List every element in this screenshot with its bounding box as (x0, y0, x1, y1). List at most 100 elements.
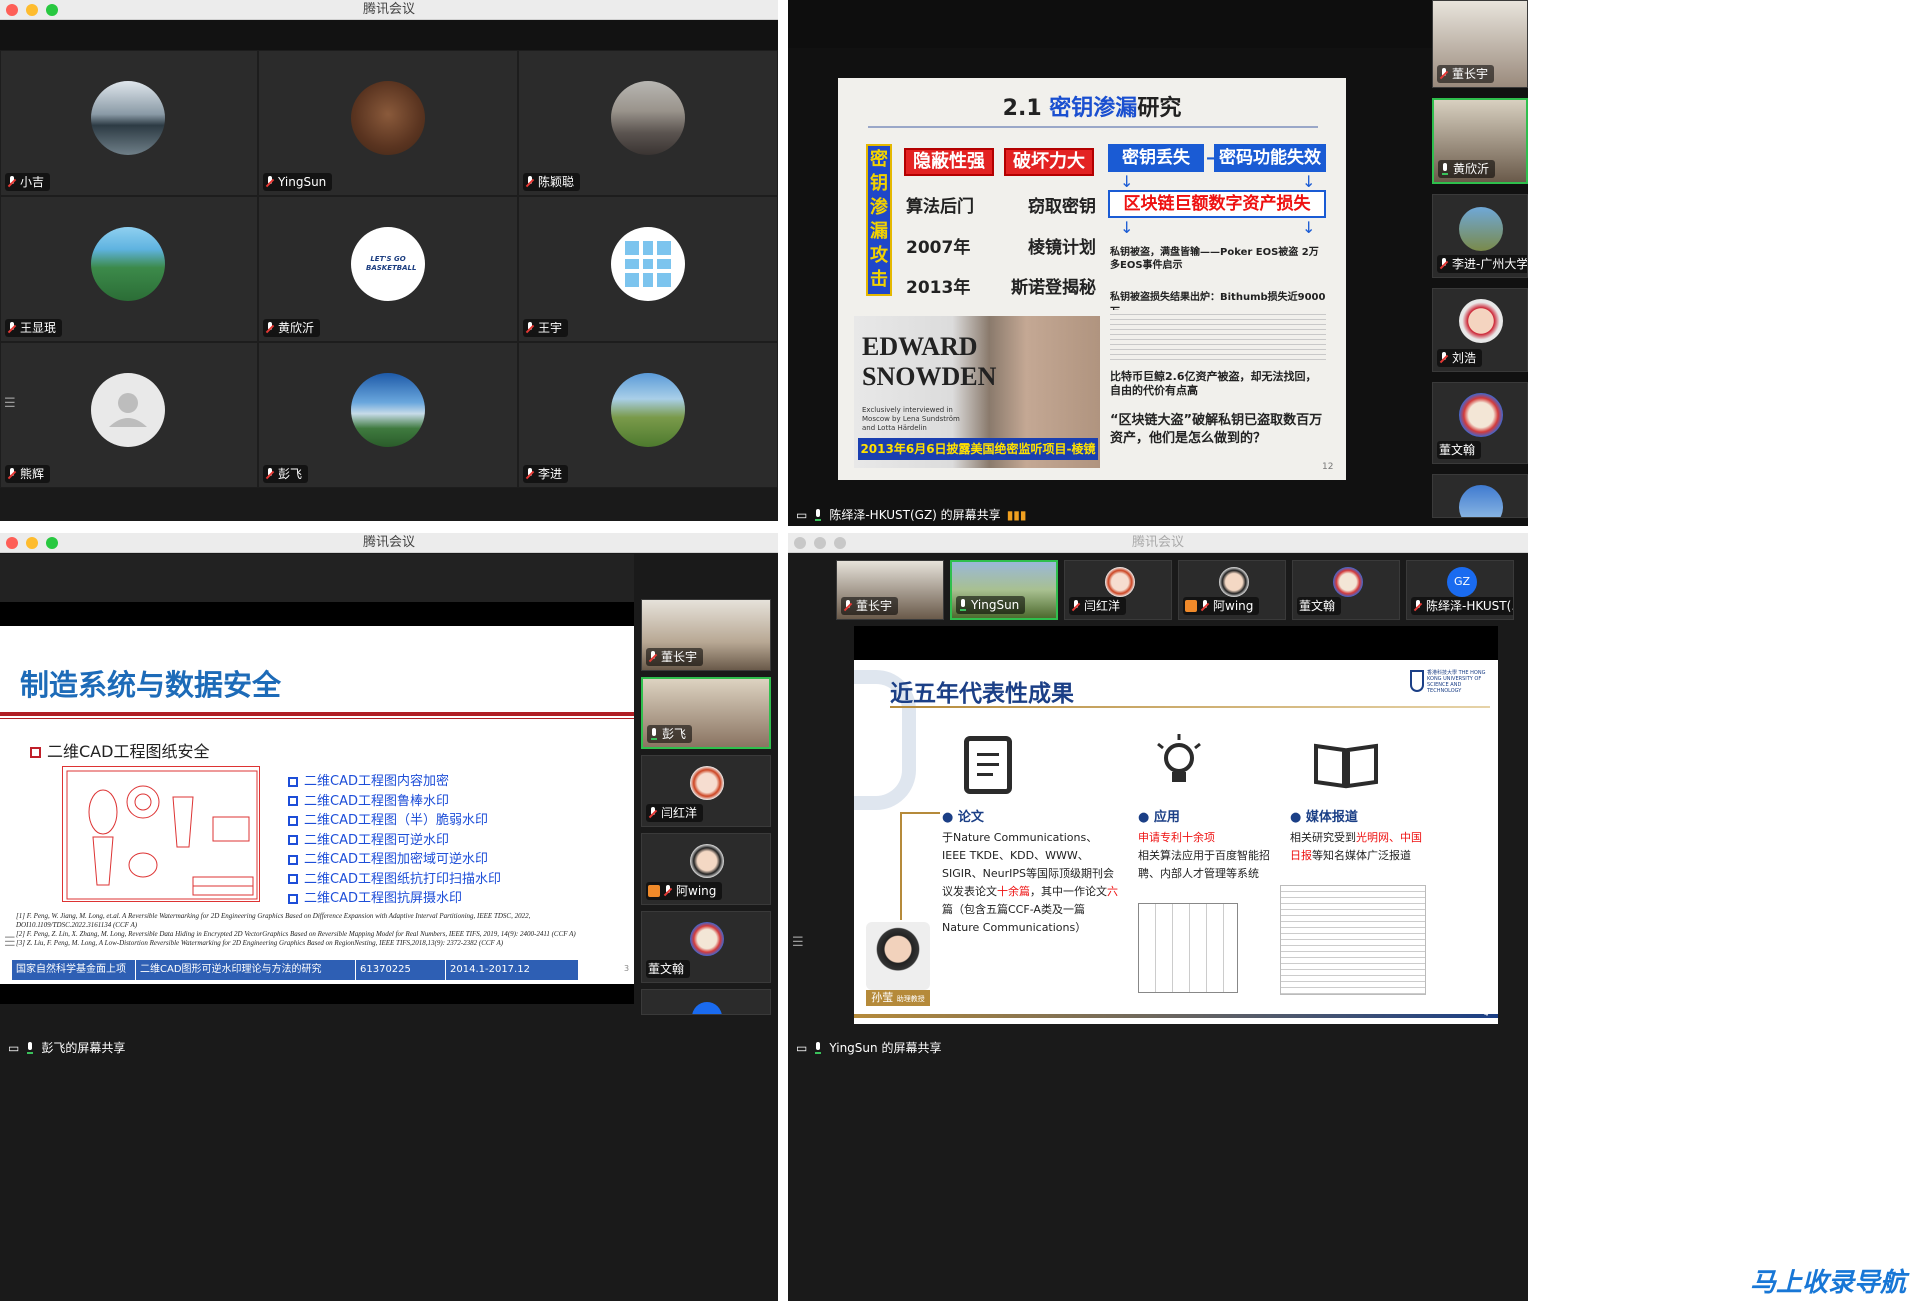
participant-tile[interactable]: 彭飞 (258, 342, 518, 488)
square-bullet-icon (288, 815, 298, 826)
attack-row: 算法后门 窃取密钥 (906, 197, 1096, 217)
list-item: 二维CAD工程图（半）脆弱水印 (288, 811, 501, 831)
sidebar-video[interactable]: 董长宇 (641, 599, 771, 671)
col-heading: ● 应用 (1138, 810, 1180, 825)
sidebar-video[interactable]: 阿wing (641, 833, 771, 905)
list-item: 二维CAD工程图纸抗打印扫描水印 (288, 870, 501, 890)
participant-tile[interactable]: YingSun (258, 50, 518, 196)
sidebar-video[interactable]: 董文翰 (1432, 382, 1528, 464)
participant-tile[interactable]: 小吉 (0, 50, 258, 196)
minimize-dot-icon[interactable] (814, 537, 826, 549)
strip-video[interactable]: 阿wing (1178, 560, 1286, 620)
mic-muted-icon (7, 467, 17, 481)
close-dot-icon[interactable] (6, 4, 18, 16)
col-body: 于Nature Communications、IEEE TKDE、KDD、WWW… (942, 831, 1118, 934)
list-toggle-icon[interactable]: ☰ (4, 935, 20, 951)
mic-muted-icon (843, 599, 853, 613)
slide-bottom-black (0, 984, 634, 1004)
arrow-down-icon: ↓ (1302, 218, 1316, 237)
participant-nametag: 阿wing (1183, 597, 1260, 615)
participant-tile[interactable]: 熊辉 (0, 342, 258, 488)
avatar (1459, 207, 1503, 251)
close-dot-icon[interactable] (794, 537, 806, 549)
sidebar-video[interactable]: 彭飞 (641, 677, 771, 749)
sidebar-video[interactable] (1432, 474, 1528, 518)
mic-muted-icon (1439, 67, 1449, 81)
sidebar-video[interactable]: 董长宇 (1432, 0, 1528, 88)
sidebar-video[interactable]: 黄欣沂 (1432, 98, 1528, 184)
col-body: 相关研究受到光明网、中国日报等知名媒体广泛报道 (1290, 831, 1422, 862)
close-dot-icon[interactable] (6, 537, 18, 549)
participant-nametag: 熊辉 (5, 465, 51, 483)
connector-line (900, 812, 940, 920)
strip-video[interactable]: 董文翰 (1292, 560, 1400, 620)
participant-nametag: 董长宇 (1437, 65, 1495, 83)
asset-loss-box: 区块链巨额数字资产损失 (1108, 190, 1326, 218)
shared-slide: 2.1 密钥渗漏研究 密钥渗漏攻击 隐蔽性强 破坏力大 算法后门 窃取密钥 200… (838, 78, 1346, 480)
strip-video[interactable]: 闫红洋 (1064, 560, 1172, 620)
avatar (1459, 485, 1503, 517)
list-item: 二维CAD工程图内容加密 (288, 772, 501, 792)
participant-tile[interactable]: 陈颖聪 (518, 50, 778, 196)
strip-video[interactable]: YingSun (950, 560, 1058, 620)
sidebar-video[interactable]: 李进-广州大学 (1432, 194, 1528, 278)
strip-video[interactable]: 董长宇 (836, 560, 944, 620)
key-loss-box: 密钥丢失 (1108, 144, 1204, 172)
zoom-dot-icon[interactable] (834, 537, 846, 549)
zoom-dot-icon[interactable] (46, 4, 58, 16)
share-status-bar: ▭ 彭飞的屏幕共享 (0, 1037, 778, 1059)
participant-tile[interactable]: 王显珉 (0, 196, 258, 342)
top-black-strip (0, 20, 778, 50)
meeting-window-grid: 腾讯会议 小吉 YingSun 陈颖聪 王显珉 LET'S GO BASKETB… (0, 0, 778, 521)
sidebar-video[interactable]: 董文翰 (641, 911, 771, 983)
window-title: 腾讯会议 (362, 535, 415, 550)
meeting-window-share-3: 腾讯会议 董长宇 YingSun 闫红洋 阿wing 董文翰 GZ 陈绎泽-HK… (788, 533, 1528, 1301)
col-body: 申请专利十余项 相关算法应用于百度智能招聘、内部人才管理等系统 (1138, 831, 1270, 880)
minimize-dot-icon[interactable] (26, 4, 38, 16)
mic-muted-icon (1439, 351, 1449, 365)
participant-nametag: 董长宇 (646, 648, 704, 666)
mic-muted-icon (663, 884, 673, 898)
participant-tile[interactable]: 王宇 (518, 196, 778, 342)
zoom-dot-icon[interactable] (46, 537, 58, 549)
participant-tile[interactable]: LET'S GO BASKETBALL 黄欣沂 (258, 196, 518, 342)
mic-muted-icon (525, 467, 535, 481)
participant-nametag: 黄欣沂 (1438, 160, 1496, 178)
list-toggle-icon[interactable]: ☰ (4, 396, 20, 412)
strip-video[interactable]: GZ 陈绎泽-HKUST(... (1406, 560, 1514, 620)
col-heading: ● 论文 (942, 810, 984, 825)
hkust-logo: 香港科技大學 THE HONG KONG UNIVERSITY OF SCIEN… (1410, 670, 1494, 694)
avatar: LET'S GO BASKETBALL (351, 227, 425, 301)
avatar: GZ (1447, 567, 1477, 597)
participant-nametag: 闫红洋 (1069, 597, 1127, 615)
mic-muted-icon (7, 321, 17, 335)
bottom-strip (0, 488, 778, 521)
news-item: 比特币巨鲸2.6亿资产被盗，却无法找回，自由的代价有点高 (1110, 370, 1317, 397)
avatar (1459, 393, 1503, 437)
avatar (690, 844, 724, 878)
participant-nametag: 董文翰 (1437, 441, 1482, 459)
participant-tile[interactable]: 李进 (518, 342, 778, 488)
snowden-caption: 2013年6月6日披露美国绝密监听项目-棱镜 (858, 438, 1098, 460)
avatar (690, 766, 724, 800)
share-status-bar: ▭ 陈绎泽-HKUST(GZ) 的屏幕共享 ▮▮▮ (788, 504, 1428, 526)
grid-window-icon (625, 241, 671, 287)
references: [1] F. Peng, W. Jiang, M. Long, et.al. A… (16, 912, 576, 947)
col-heading: ● 媒体报道 (1290, 810, 1358, 825)
col-papers: ● 论文 于Nature Communications、IEEE TKDE、KD… (942, 806, 1118, 937)
sidebar-video[interactable] (641, 989, 771, 1015)
participant-nametag: 陈颖聪 (523, 173, 581, 191)
sidebar-video[interactable]: 刘浩 (1432, 288, 1528, 372)
mic-muted-icon (1071, 599, 1081, 613)
mic-muted-icon (265, 175, 275, 189)
participant-nametag: 董文翰 (1297, 597, 1342, 615)
list-toggle-icon[interactable]: ☰ (792, 935, 808, 951)
share-footer-label: 彭飞的屏幕共享 (41, 1041, 126, 1055)
avatar (91, 227, 165, 301)
destructive-box: 破坏力大 (1004, 148, 1094, 176)
person-photo (866, 922, 930, 990)
col-media: ● 媒体报道 相关研究受到光明网、中国日报等知名媒体广泛报道 (1280, 806, 1430, 995)
participant-nametag: YingSun (263, 173, 333, 191)
sidebar-video[interactable]: 闫红洋 (641, 755, 771, 827)
minimize-dot-icon[interactable] (26, 537, 38, 549)
